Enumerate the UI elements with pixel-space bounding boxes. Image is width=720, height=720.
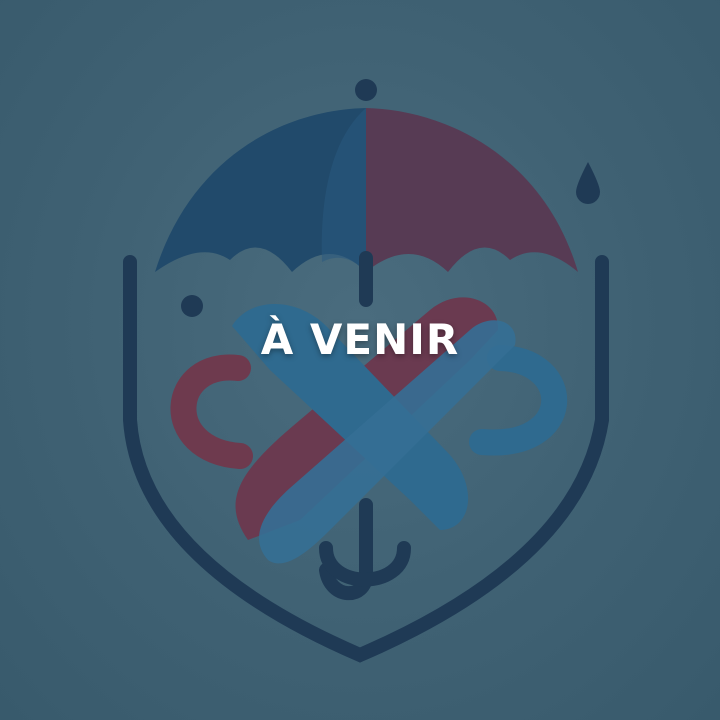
right-curl (469, 345, 568, 456)
umbrella-tip (355, 79, 377, 101)
coming-soon-label: À VENIR (260, 315, 460, 364)
rain-drop (576, 162, 600, 204)
umbrella-canopy-right (366, 108, 578, 272)
left-curl (170, 354, 253, 469)
coming-soon-tile: À VENIR (0, 0, 720, 720)
